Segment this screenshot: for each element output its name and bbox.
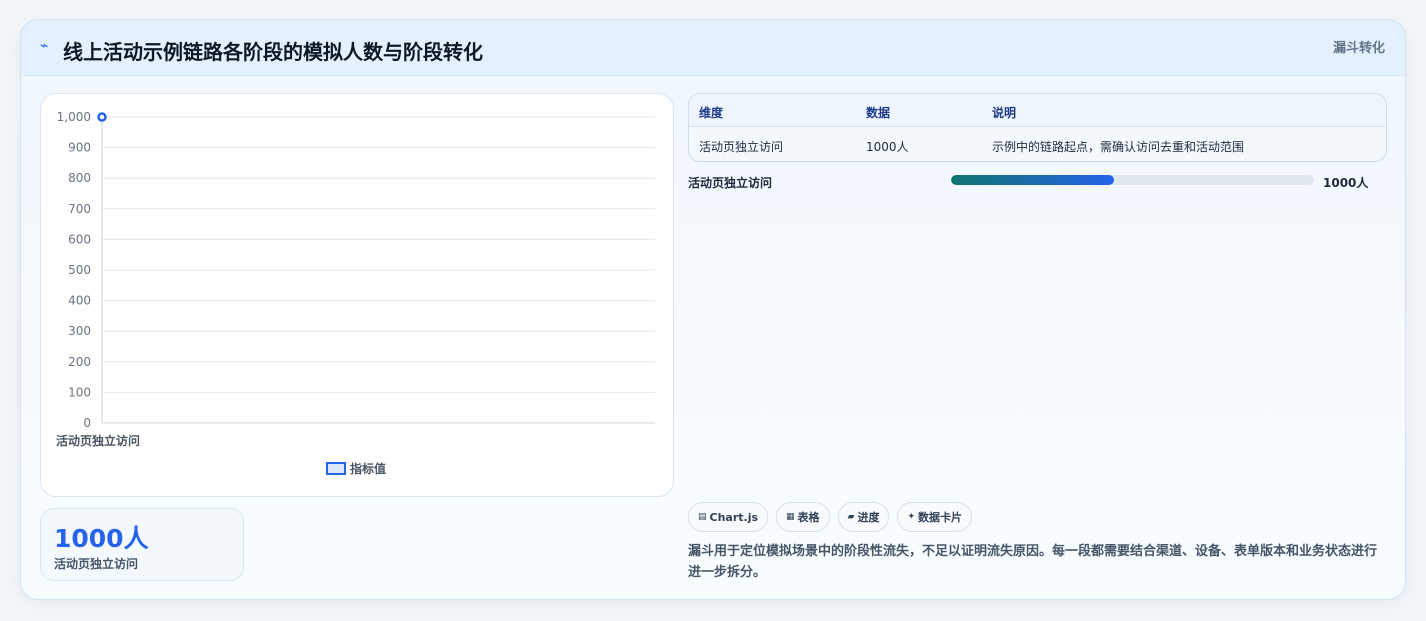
chip-label: 进度 <box>857 511 880 524</box>
table-header-cell: 说明 <box>992 106 1017 120</box>
progress-value: 1000人 <box>1323 176 1369 190</box>
table-row: 活动页独立访问 1000人 示例中的链路起点，需确认访问去重和活动范围 <box>689 127 1386 161</box>
chip-progress[interactable]: ▰ 进度 <box>837 502 890 532</box>
table-header-cell: 维度 <box>699 106 724 120</box>
y-tick-label: 1,000 <box>57 110 91 124</box>
chip-label: 表格 <box>797 511 820 524</box>
y-tick-label: 600 <box>68 232 91 246</box>
y-tick-label: 900 <box>68 141 91 155</box>
progress-fill <box>951 175 1115 185</box>
y-tick-label: 100 <box>68 385 91 399</box>
y-tick-label: 800 <box>68 171 91 185</box>
card-header: ⌁ 线上活动示例链路各阶段的模拟人数与阶段转化 漏斗转化 <box>21 20 1405 76</box>
card-title: 线上活动示例链路各阶段的模拟人数与阶段转化 <box>63 40 483 64</box>
chart-icon: ▤ <box>698 512 707 522</box>
chip-label: Chart.js <box>709 510 759 524</box>
table-header-row: 维度 数据 说明 <box>689 94 1386 127</box>
table-header-cell: 数据 <box>866 106 891 120</box>
legend-swatch <box>326 462 346 475</box>
progress-track <box>951 175 1314 185</box>
chip-data-card[interactable]: ✦ 数据卡片 <box>897 502 973 532</box>
chart-canvas: 0 100 200 300 400 500 600 700 800 900 1,000 活动页独立访问 <box>56 110 655 448</box>
table-icon: ▦ <box>786 512 795 522</box>
x-tick-label: 活动页独立访问 <box>56 433 140 448</box>
table-cell: 示例中的链路起点，需确认访问去重和活动范围 <box>992 140 1245 154</box>
chip-group: ▤ Chart.js ▦ 表格 ▰ 进度 ✦ 数据卡片 <box>688 502 980 532</box>
legend-label: 指标值 <box>350 462 387 476</box>
chart-panel: 0 100 200 300 400 500 600 700 800 900 1,000 活动页独立访问… <box>40 93 674 497</box>
stat-label: 活动页独立访问 <box>54 557 139 571</box>
y-tick-label: 500 <box>68 263 91 277</box>
progress-icon: ▰ <box>847 512 855 522</box>
chart-legend[interactable]: 指标值 <box>326 460 386 477</box>
chip-table[interactable]: ▦ 表格 <box>776 502 830 532</box>
trend-line-icon: ⌁ <box>40 38 49 54</box>
table-cell: 活动页独立访问 <box>699 140 784 154</box>
progress-label: 活动页独立访问 <box>688 176 773 190</box>
card-tag: 漏斗转化 <box>1332 41 1385 56</box>
y-tick-label: 200 <box>68 355 91 369</box>
data-table: 维度 数据 说明 活动页独立访问 1000人 示例中的链路起点，需确认访问去重和… <box>688 93 1387 162</box>
y-tick-label: 700 <box>68 202 91 216</box>
card-icon: ✦ <box>907 512 916 522</box>
y-tick-label: 400 <box>68 294 91 308</box>
funnel-card: ⌁ 线上活动示例链路各阶段的模拟人数与阶段转化 漏斗转化 0 100 200 300 4… <box>20 19 1406 600</box>
chip-label: 数据卡片 <box>918 511 963 524</box>
table-cell: 1000人 <box>866 140 909 154</box>
data-point <box>97 112 107 122</box>
stat-card: 1000人 活动页独立访问 <box>40 508 244 581</box>
footnote: 漏斗用于定位模拟场景中的阶段性流失，不足以证明流失原因。每一段都需要结合渠道、设… <box>688 544 1378 580</box>
y-tick-label: 300 <box>68 324 91 338</box>
stat-value: 1000人 <box>54 524 149 553</box>
y-tick-label: 0 <box>83 416 91 430</box>
chip-chartjs[interactable]: ▤ Chart.js <box>688 502 769 532</box>
